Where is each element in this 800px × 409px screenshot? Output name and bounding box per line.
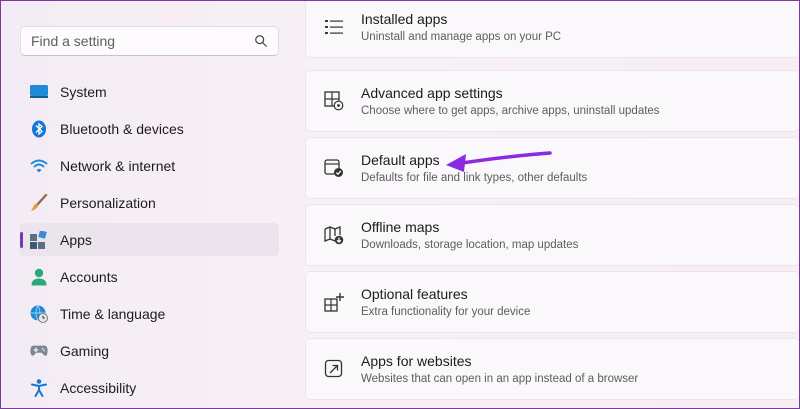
sidebar-item-label: Time & language bbox=[60, 305, 166, 322]
app-settings-icon bbox=[324, 91, 344, 111]
card-title: Advanced app settings bbox=[361, 85, 503, 101]
sidebar-item-label: Personalization bbox=[60, 194, 156, 211]
sidebar-item-accessibility[interactable]: Accessibility bbox=[20, 371, 279, 404]
card-subtitle: Choose where to get apps, archive apps, … bbox=[361, 105, 660, 117]
sidebar-item-label: Bluetooth & devices bbox=[60, 120, 184, 137]
account-icon bbox=[30, 268, 48, 286]
sidebar-item-gaming[interactable]: Gaming bbox=[20, 334, 279, 367]
sidebar-item-label: System bbox=[60, 83, 107, 100]
card-optional-features[interactable]: Optional features Extra functionality fo… bbox=[305, 271, 800, 333]
card-subtitle: Websites that can open in an app instead… bbox=[361, 373, 639, 385]
sidebar-nav: System Bluetooth & devices Network & int… bbox=[20, 75, 279, 408]
sidebar-item-label: Apps bbox=[60, 231, 92, 248]
card-apps-for-websites[interactable]: Apps for websites Websites that can open… bbox=[305, 338, 800, 400]
sidebar-item-label: Network & internet bbox=[60, 157, 176, 174]
search-input[interactable] bbox=[31, 33, 254, 49]
wifi-icon bbox=[30, 157, 48, 175]
apps-settings-list: Installed apps Uninstall and manage apps… bbox=[305, 0, 800, 409]
sidebar-item-accounts[interactable]: Accounts bbox=[20, 260, 279, 293]
open-external-icon bbox=[324, 359, 344, 379]
annotation-arrow bbox=[446, 151, 552, 172]
card-title: Installed apps bbox=[361, 11, 448, 27]
default-apps-icon bbox=[324, 158, 344, 178]
system-icon bbox=[30, 83, 48, 101]
card-subtitle: Extra functionality for your device bbox=[361, 306, 531, 318]
sidebar-item-bluetooth[interactable]: Bluetooth & devices bbox=[20, 112, 279, 145]
card-title: Apps for websites bbox=[361, 353, 472, 369]
search-icon[interactable] bbox=[254, 34, 268, 48]
optional-features-icon bbox=[324, 292, 344, 312]
map-download-icon bbox=[324, 225, 344, 245]
gamepad-icon bbox=[30, 342, 48, 360]
sidebar-item-label: Accounts bbox=[60, 268, 118, 285]
bluetooth-icon bbox=[30, 120, 48, 138]
apps-icon bbox=[30, 230, 48, 249]
accessibility-icon bbox=[30, 378, 48, 397]
search-box[interactable] bbox=[20, 26, 279, 56]
card-installed-apps[interactable]: Installed apps Uninstall and manage apps… bbox=[305, 0, 800, 58]
card-title: Offline maps bbox=[361, 219, 440, 235]
card-advanced-app-settings[interactable]: Advanced app settings Choose where to ge… bbox=[305, 70, 800, 132]
brush-icon bbox=[30, 193, 48, 212]
card-subtitle: Uninstall and manage apps on your PC bbox=[361, 31, 562, 43]
sidebar-item-system[interactable]: System bbox=[20, 75, 279, 108]
sidebar-item-label: Accessibility bbox=[60, 379, 137, 396]
globe-clock-icon bbox=[30, 304, 48, 323]
sidebar-item-personalization[interactable]: Personalization bbox=[20, 186, 279, 219]
sidebar-item-apps[interactable]: Apps bbox=[20, 223, 279, 256]
card-offline-maps[interactable]: Offline maps Downloads, storage location… bbox=[305, 204, 800, 266]
sidebar-item-network[interactable]: Network & internet bbox=[20, 149, 279, 182]
sidebar-item-label: Gaming bbox=[60, 342, 110, 359]
list-icon bbox=[324, 17, 344, 37]
sidebar: System Bluetooth & devices Network & int… bbox=[0, 0, 300, 409]
sidebar-item-time-language[interactable]: Time & language bbox=[20, 297, 279, 330]
card-title: Optional features bbox=[361, 286, 468, 302]
card-subtitle: Downloads, storage location, map updates bbox=[361, 239, 579, 251]
